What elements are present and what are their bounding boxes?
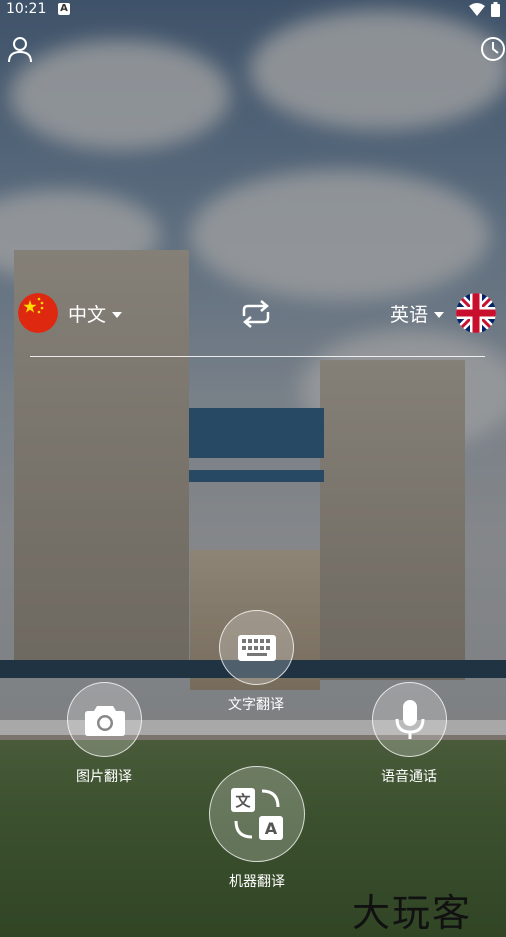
watermark: 大玩客	[352, 891, 473, 935]
uk-flag-icon	[456, 293, 496, 333]
user-profile-button[interactable]	[5, 34, 35, 64]
photo-translate-label: 图片翻译	[76, 769, 132, 785]
microphone-icon	[395, 699, 424, 739]
target-language-label: 英语	[390, 304, 429, 326]
battery-icon	[491, 2, 500, 17]
svg-text:文: 文	[235, 792, 251, 810]
chevron-down-icon	[434, 311, 445, 318]
svg-text:A: A	[265, 819, 278, 838]
wifi-icon	[469, 3, 485, 16]
machine-translate-label: 机器翻译	[229, 874, 285, 890]
source-language-label: 中文	[68, 304, 107, 326]
source-flag[interactable]	[18, 293, 58, 333]
keyboard-icon	[237, 634, 276, 661]
target-flag[interactable]	[456, 293, 496, 333]
machine-translate-button[interactable]: 文 A	[209, 766, 305, 862]
notification-badge: A	[58, 3, 70, 15]
swap-icon	[242, 300, 270, 328]
history-button[interactable]	[478, 34, 506, 64]
source-language-selector[interactable]: 中文	[68, 300, 123, 327]
china-flag-icon	[18, 293, 58, 333]
swap-languages-button[interactable]	[238, 298, 274, 330]
text-translate-label: 文字翻译	[228, 697, 284, 713]
voice-call-label: 语音通话	[381, 769, 437, 785]
status-time: 10:21	[6, 1, 47, 17]
target-language-selector[interactable]: 英语	[390, 300, 445, 327]
language-divider	[30, 356, 485, 357]
voice-call-button[interactable]	[372, 682, 447, 757]
camera-icon	[84, 705, 125, 736]
status-bar: 10:21 A	[0, 0, 506, 20]
text-translate-button[interactable]	[219, 610, 294, 685]
user-icon	[8, 37, 32, 63]
translate-icon: 文 A	[231, 788, 283, 840]
photo-translate-button[interactable]	[67, 682, 142, 757]
chevron-down-icon	[112, 311, 123, 318]
history-clock-icon	[481, 37, 505, 61]
